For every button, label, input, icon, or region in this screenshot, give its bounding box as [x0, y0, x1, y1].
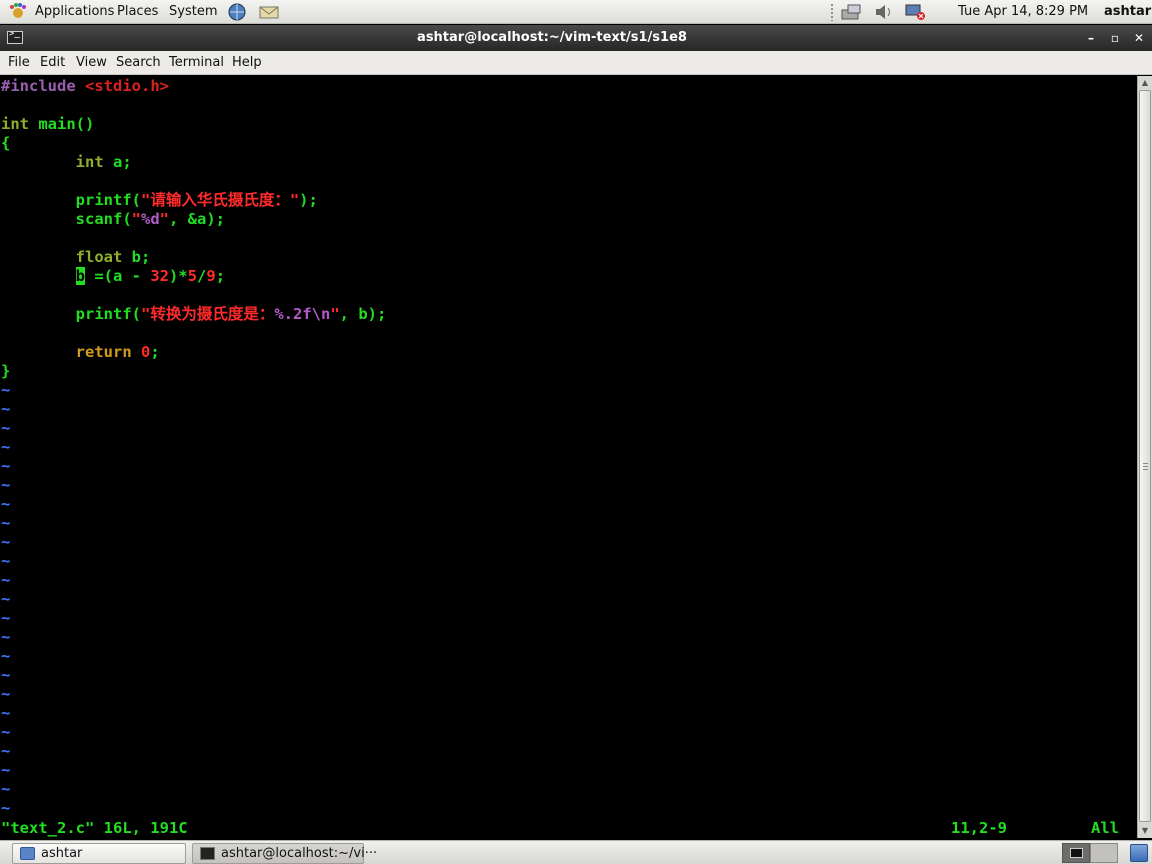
minimize-button[interactable]: –: [1080, 25, 1102, 51]
terminal-icon: [200, 847, 215, 860]
volume-icon[interactable]: [873, 3, 895, 21]
tilde-line: ~: [1, 742, 11, 760]
tilde-line: ~: [1, 761, 11, 779]
tilde-line: ~: [1, 609, 11, 627]
text-cursor: b: [75, 267, 85, 285]
code-line-15: return 0;: [75, 343, 160, 361]
taskbar-item-folder[interactable]: ashtar: [12, 843, 186, 864]
window-thumbnail-icon: [1070, 848, 1083, 858]
trash-icon[interactable]: [1130, 844, 1148, 862]
tilde-line: ~: [1, 476, 11, 494]
vim-cursor-position: 11,2-9: [951, 819, 1007, 837]
folder-icon: [20, 847, 35, 860]
tilde-line: ~: [1, 780, 11, 798]
code-line-11: b =(a - 32)*5/9;: [75, 267, 226, 285]
tilde-line: ~: [1, 533, 11, 551]
tilde-line: ~: [1, 685, 11, 703]
code-line-16: }: [1, 362, 11, 380]
places-menu[interactable]: Places: [117, 0, 158, 24]
menu-file[interactable]: File: [8, 51, 30, 75]
tilde-line: ~: [1, 381, 11, 399]
scrollbar-thumb[interactable]: [1139, 90, 1151, 822]
close-button[interactable]: ✕: [1128, 25, 1150, 51]
tilde-line: ~: [1, 647, 11, 665]
system-menu[interactable]: System: [169, 0, 217, 24]
tilde-line: ~: [1, 419, 11, 437]
code-line-8: scanf("%d", &a);: [75, 210, 226, 228]
vim-editor[interactable]: #include <stdio.h> int main() { int a; p…: [0, 76, 1137, 838]
window-title: ashtar@localhost:~/vim-text/s1/s1e8: [417, 30, 687, 45]
code-line-13: printf("转换为摄氏度是：%.2f\n", b);: [75, 305, 387, 323]
tilde-line: ~: [1, 571, 11, 589]
terminal-scrollbar[interactable]: ▲ ▼: [1137, 76, 1152, 838]
web-browser-icon[interactable]: [226, 3, 248, 21]
menu-terminal[interactable]: Terminal: [169, 51, 224, 75]
tilde-line: ~: [1, 552, 11, 570]
code-line-10: float b;: [75, 248, 151, 266]
taskbar-item-label: ashtar: [41, 846, 83, 861]
scroll-up-arrow-icon[interactable]: ▲: [1140, 78, 1150, 88]
menu-help[interactable]: Help: [232, 51, 262, 75]
mail-client-icon[interactable]: [258, 3, 280, 21]
taskbar-item-label: ashtar@localhost:~/vi···: [221, 846, 378, 861]
tilde-line: ~: [1, 400, 11, 418]
code-line-7: printf("请输入华氏摄氏度：");: [75, 191, 318, 209]
workspace-2[interactable]: [1090, 843, 1118, 863]
network-disconnected-icon[interactable]: [904, 3, 926, 21]
window-titlebar[interactable]: ashtar@localhost:~/vim-text/s1/s1e8 – ▫ …: [0, 25, 1152, 51]
tilde-line: ~: [1, 438, 11, 456]
tilde-line: ~: [1, 666, 11, 684]
menu-search[interactable]: Search: [116, 51, 161, 75]
menu-view[interactable]: View: [76, 51, 107, 75]
tilde-line: ~: [1, 514, 11, 532]
tilde-line: ~: [1, 723, 11, 741]
panel-separator: [830, 3, 834, 21]
tilde-line: ~: [1, 590, 11, 608]
workspace-1[interactable]: [1062, 843, 1090, 863]
top-panel: Applications Places System Tue Apr 14, 8…: [0, 0, 1152, 24]
code-line-4: {: [1, 134, 11, 152]
tilde-line: ~: [1, 457, 11, 475]
applications-menu[interactable]: Applications: [35, 0, 114, 24]
scroll-down-arrow-icon[interactable]: ▼: [1140, 826, 1150, 836]
code-line-3: int main(): [1, 115, 95, 133]
panel-user[interactable]: ashtar: [1104, 0, 1151, 24]
grip-icon: [1143, 463, 1148, 471]
network-applet-icon[interactable]: [840, 3, 862, 21]
vim-status-file: "text_2.c" 16L, 191C: [1, 819, 188, 837]
tilde-line: ~: [1, 704, 11, 722]
taskbar-item-terminal[interactable]: ashtar@localhost:~/vi···: [192, 843, 377, 864]
tilde-line: ~: [1, 628, 11, 646]
terminal-menubar: File Edit View Search Terminal Help: [0, 51, 1152, 75]
tilde-line: ~: [1, 495, 11, 513]
tilde-line: ~: [1, 799, 11, 817]
code-line-5: int a;: [75, 153, 132, 171]
vim-scroll-position: All: [1091, 819, 1119, 837]
foot-logo-icon[interactable]: [8, 2, 28, 22]
code-line-1: #include <stdio.h>: [1, 77, 169, 95]
bottom-panel: ashtar ashtar@localhost:~/vi···: [0, 840, 1152, 864]
maximize-button[interactable]: ▫: [1104, 25, 1126, 51]
menu-edit[interactable]: Edit: [40, 51, 65, 75]
panel-clock[interactable]: Tue Apr 14, 8:29 PM: [958, 0, 1088, 24]
